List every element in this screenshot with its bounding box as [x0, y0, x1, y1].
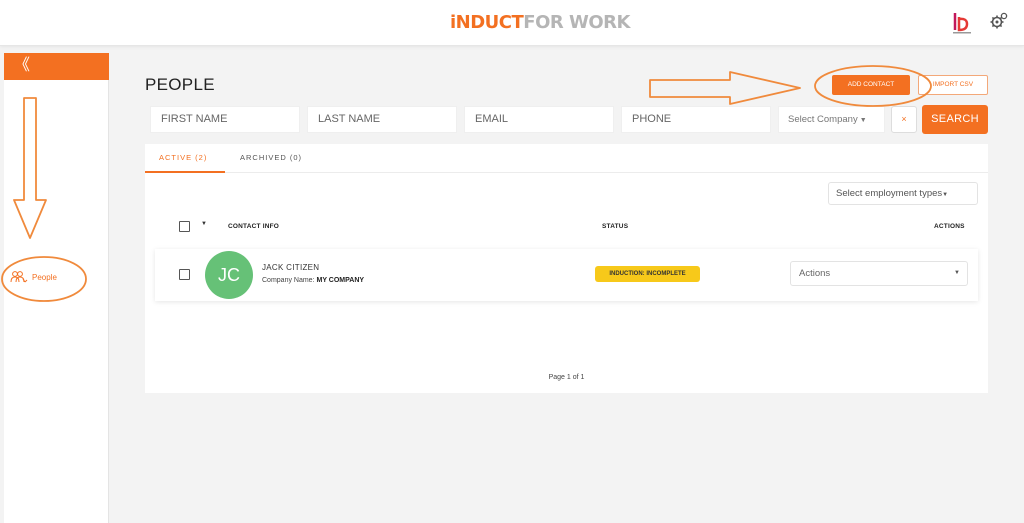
contacts-card: ACTIVE (2) ARCHIVED (0) Select employmen… — [145, 144, 988, 393]
app-logo[interactable]: iNDUCTFOR WORK — [450, 12, 630, 33]
tab-divider — [145, 172, 988, 173]
caret-down-icon: ▼ — [954, 270, 960, 276]
company-line: Company Name: MY COMPANY — [262, 277, 364, 284]
people-icon — [10, 271, 28, 283]
last-name-field[interactable]: LAST NAME — [307, 106, 457, 133]
bulk-select-caret-icon[interactable]: ▼ — [201, 221, 207, 227]
actions-select-value: Actions — [799, 268, 831, 279]
column-header-contact-info: CONTACT INFO — [228, 223, 280, 230]
table-row: JC JACK CITIZEN Company Name: MY COMPANY… — [155, 249, 978, 301]
column-header-actions: ACTIONS — [934, 223, 965, 230]
phone-field[interactable]: PHONE — [621, 106, 771, 133]
page-title: PEOPLE — [145, 75, 215, 94]
search-button[interactable]: SEARCH — [922, 105, 988, 134]
sidebar-item-label: People — [32, 272, 57, 282]
double-chevron-left-icon: 《 — [14, 57, 31, 74]
add-contact-button[interactable]: ADD CONTACT — [832, 75, 910, 95]
import-csv-button[interactable]: IMPORT CSV — [918, 75, 988, 95]
contact-name[interactable]: JACK CITIZEN — [262, 263, 319, 272]
caret-down-icon: ▼ — [859, 117, 867, 124]
logo-part-for-work: FOR WORK — [523, 12, 630, 33]
brand-logo-icon[interactable] — [950, 10, 974, 36]
sidebar: 《 People — [4, 53, 109, 523]
row-checkbox[interactable] — [179, 269, 190, 280]
sidebar-collapse-button[interactable]: 《 — [4, 53, 109, 80]
first-name-field[interactable]: FIRST NAME — [150, 106, 300, 133]
logo-part-induct: iNDUCT — [450, 12, 524, 33]
settings-gear-icon[interactable] — [988, 10, 1010, 32]
caret-down-icon: ▼ — [942, 192, 949, 198]
employment-type-select[interactable]: Select employment types▼ — [828, 182, 978, 205]
status-badge: INDUCTION: INCOMPLETE — [595, 266, 700, 282]
avatar[interactable]: JC — [205, 251, 253, 299]
company-label: Company Name: — [262, 277, 315, 284]
select-all-checkbox[interactable] — [179, 221, 190, 232]
pagination-text: Page 1 of 1 — [548, 374, 585, 381]
clear-filters-button[interactable]: × — [891, 106, 917, 133]
actions-select[interactable]: Actions ▼ — [790, 261, 968, 286]
tab-active[interactable]: ACTIVE (2) — [159, 153, 207, 162]
email-field[interactable]: EMAIL — [464, 106, 614, 133]
column-header-status: STATUS — [602, 223, 629, 230]
active-tab-indicator — [145, 171, 225, 173]
employment-type-select-value: Select employment types — [836, 188, 943, 199]
sidebar-item-people[interactable]: People — [10, 270, 57, 284]
company-value: MY COMPANY — [316, 277, 365, 284]
company-select-value: Select Company — [788, 114, 858, 125]
top-bar: iNDUCTFOR WORK — [0, 0, 1024, 46]
annotation-right-arrow — [649, 71, 801, 105]
company-select[interactable]: Select Company ▼ — [778, 106, 885, 133]
tab-archived[interactable]: ARCHIVED (0) — [240, 153, 302, 162]
